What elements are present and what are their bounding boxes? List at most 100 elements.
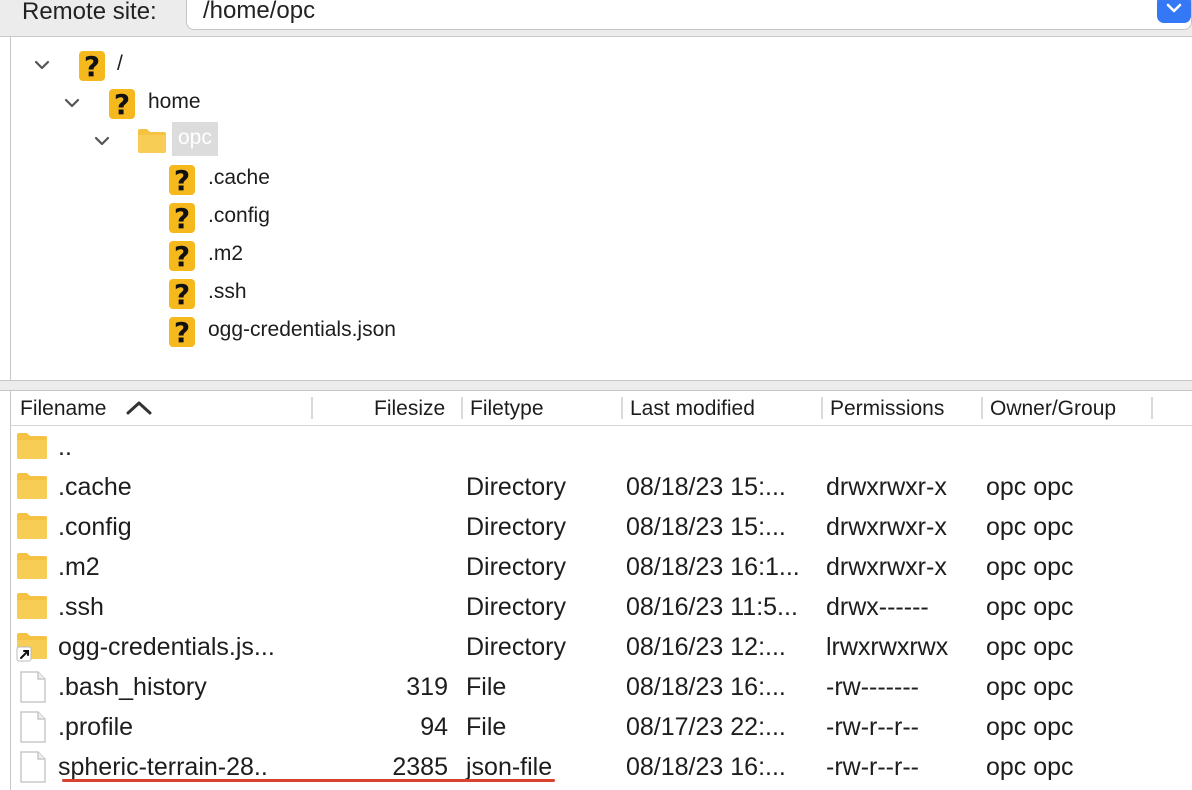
file-size: 2385 <box>392 753 448 781</box>
unknown-item-icon: ? <box>169 240 195 273</box>
file-modified: 08/16/23 11:5... <box>626 593 798 621</box>
table-row[interactable]: .config Directory 08/18/23 15:... drwxrw… <box>11 506 1192 546</box>
table-row[interactable]: .m2 Directory 08/18/23 16:1... drwxrwxr-… <box>11 546 1192 586</box>
file-type: Directory <box>466 553 567 581</box>
file-owner: opc opc <box>986 673 1074 701</box>
remote-path-value[interactable]: /home/opc <box>203 0 315 27</box>
chevron-down-icon[interactable] <box>33 59 51 71</box>
unknown-item-icon: ? <box>169 316 195 349</box>
tree-item-child[interactable]: ? .ssh <box>11 276 611 314</box>
tree-item-child[interactable]: ? .config <box>11 200 611 238</box>
file-list: .. .cache Directory 08/18/23 15:... drwx… <box>11 426 1192 790</box>
tree-item-label: ogg-credentials.json <box>208 318 396 341</box>
svg-text:?: ? <box>174 316 190 349</box>
column-separator[interactable] <box>461 397 463 419</box>
file-modified: 08/17/23 22:... <box>626 713 786 741</box>
file-modified: 08/18/23 15:... <box>626 513 786 541</box>
column-separator[interactable] <box>821 397 823 419</box>
file-type: Directory <box>466 513 567 541</box>
table-row[interactable]: .bash_history 319 File 08/18/23 16:... -… <box>11 666 1192 706</box>
file-type: File <box>466 673 507 701</box>
file-size: 94 <box>420 713 448 741</box>
file-type: File <box>466 713 507 741</box>
file-permissions: drwxrwxr-x <box>826 473 947 501</box>
file-permissions: drwxrwxr-x <box>826 513 947 541</box>
svg-text:?: ? <box>174 202 190 235</box>
unknown-item-icon: ? <box>79 50 105 83</box>
chevron-down-icon <box>1166 3 1182 13</box>
sort-ascending-icon[interactable] <box>125 399 153 417</box>
file-permissions: -rw-r--r-- <box>826 753 919 781</box>
table-row[interactable]: .cache Directory 08/18/23 15:... drwxrwx… <box>11 466 1192 506</box>
tree-item-child[interactable]: ? .cache <box>11 162 611 200</box>
remote-site-label: Remote site: <box>22 0 157 25</box>
svg-text:?: ? <box>84 50 100 83</box>
unknown-item-icon: ? <box>169 278 195 311</box>
table-row[interactable]: .. <box>11 426 1192 466</box>
column-header-filetype[interactable]: Filetype <box>470 396 544 422</box>
file-owner: opc opc <box>986 713 1074 741</box>
file-permissions: drwxrwxr-x <box>826 553 947 581</box>
remote-directory-tree: ? / ? home opc ? .cache ? .config ? .m2 … <box>11 37 1192 380</box>
tree-item-label-selected: opc <box>172 122 218 156</box>
table-row[interactable]: .ssh Directory 08/16/23 11:5... drwx----… <box>11 586 1192 626</box>
tree-item-label: .config <box>208 204 270 227</box>
file-permissions: -rw------- <box>826 673 919 701</box>
column-header-filesize[interactable]: Filesize <box>374 396 445 422</box>
column-separator[interactable] <box>981 397 983 419</box>
file-icon <box>20 751 46 783</box>
chevron-down-icon[interactable] <box>63 97 81 109</box>
file-owner: opc opc <box>986 753 1074 781</box>
tree-item-child[interactable]: ? ogg-credentials.json <box>11 314 611 352</box>
table-row[interactable]: .profile 94 File 08/17/23 22:... -rw-r--… <box>11 706 1192 746</box>
column-separator[interactable] <box>621 397 623 419</box>
file-name: .m2 <box>58 553 100 581</box>
file-name: .config <box>58 513 132 541</box>
file-permissions: lrwxrwxrwx <box>826 633 949 661</box>
folder-link-icon <box>16 633 47 662</box>
file-modified: 08/18/23 16:1... <box>626 553 800 581</box>
file-list-header: Filename Filesize Filetype Last modified… <box>11 391 1192 426</box>
file-size: 319 <box>406 673 448 701</box>
path-dropdown-button[interactable] <box>1157 0 1191 23</box>
chevron-down-icon[interactable] <box>93 135 111 147</box>
tree-item-home[interactable]: ? home <box>11 86 611 124</box>
folder-icon <box>17 473 47 499</box>
table-row[interactable]: ogg-credentials.js... Directory 08/16/23… <box>11 626 1192 666</box>
file-type: Directory <box>466 633 567 661</box>
svg-text:?: ? <box>174 240 190 273</box>
tree-item-opc[interactable]: opc <box>11 122 611 162</box>
column-separator[interactable] <box>1151 397 1153 419</box>
column-header-owner-group[interactable]: Owner/Group <box>990 396 1116 422</box>
file-type: Directory <box>466 473 567 501</box>
tree-item-label: / <box>117 52 123 75</box>
file-owner: opc opc <box>986 553 1074 581</box>
tree-item-root[interactable]: ? / <box>11 48 611 86</box>
file-owner: opc opc <box>986 473 1074 501</box>
folder-icon <box>17 593 47 619</box>
svg-text:?: ? <box>114 88 130 121</box>
file-name: .bash_history <box>58 673 207 701</box>
file-icon <box>20 711 46 743</box>
svg-text:?: ? <box>174 164 190 197</box>
file-permissions: drwx------ <box>826 593 929 621</box>
file-modified: 08/18/23 16:... <box>626 753 786 781</box>
svg-text:?: ? <box>174 278 190 311</box>
tree-item-child[interactable]: ? .m2 <box>11 238 611 276</box>
column-header-permissions[interactable]: Permissions <box>830 396 944 422</box>
unknown-item-icon: ? <box>109 88 135 121</box>
pane-splitter[interactable] <box>0 380 1192 391</box>
tree-item-label: .m2 <box>208 242 244 265</box>
unknown-item-icon: ? <box>169 164 195 197</box>
column-header-last-modified[interactable]: Last modified <box>630 396 755 422</box>
file-permissions: -rw-r--r-- <box>826 713 919 741</box>
folder-icon <box>138 129 166 153</box>
file-name: .ssh <box>58 593 104 621</box>
file-modified: 08/18/23 16:... <box>626 673 786 701</box>
column-header-filename[interactable]: Filename <box>20 396 106 422</box>
remote-path-input[interactable]: /home/opc <box>186 0 1192 30</box>
file-modified: 08/18/23 15:... <box>626 473 786 501</box>
tree-item-label: .cache <box>208 166 270 189</box>
column-separator[interactable] <box>311 397 313 419</box>
tree-item-label: home <box>148 90 201 113</box>
